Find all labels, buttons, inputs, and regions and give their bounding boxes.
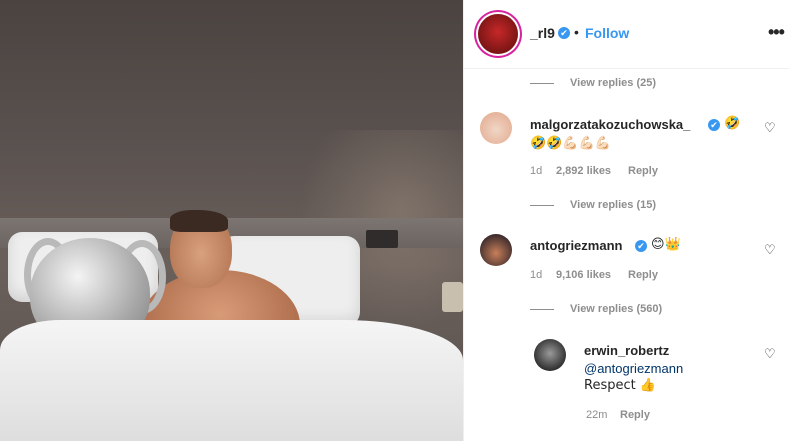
post-header: _rl9 ✔ • Follow •••: [464, 0, 789, 69]
verified-icon: ✔: [558, 27, 570, 39]
post-photo: [0, 0, 463, 441]
photo-sheets: [0, 320, 463, 441]
view-replies-label: View replies (560): [570, 303, 663, 315]
author-avatar[interactable]: [478, 14, 518, 54]
header-separator: •: [574, 24, 579, 40]
commenter-avatar[interactable]: [480, 112, 512, 144]
comment-likes[interactable]: 9,106 likes: [556, 269, 611, 281]
replies-line: [530, 308, 554, 310]
comment-text: Respect 👍: [584, 378, 657, 393]
commenter-avatar[interactable]: [534, 339, 566, 371]
verified-icon: ✔: [635, 240, 647, 252]
view-replies-button[interactable]: View replies (15): [530, 199, 656, 211]
author-username[interactable]: _rl9: [530, 25, 555, 41]
commenter-avatar[interactable]: [480, 234, 512, 266]
comment-username[interactable]: erwin_robertz: [584, 343, 669, 358]
reply-button[interactable]: Reply: [620, 409, 650, 421]
comment-text: 🤣: [724, 116, 741, 131]
replies-line: [530, 82, 554, 84]
comment-mention-link[interactable]: @antogriezmann: [584, 361, 683, 376]
comment-time[interactable]: 22m: [586, 409, 607, 421]
like-heart-icon[interactable]: ♡: [764, 347, 776, 360]
comment-time[interactable]: 1d: [530, 165, 542, 177]
verified-icon: ✔: [708, 119, 720, 131]
follow-button[interactable]: Follow: [585, 25, 629, 41]
comments-panel: _rl9 ✔ • Follow ••• View replies (25) ma…: [463, 0, 789, 441]
view-replies-label: View replies (25): [570, 77, 657, 89]
reply-button[interactable]: Reply: [628, 165, 658, 177]
like-heart-icon[interactable]: ♡: [764, 121, 776, 134]
reply-button[interactable]: Reply: [628, 269, 658, 281]
view-replies-label: View replies (15): [570, 199, 657, 211]
view-replies-button[interactable]: View replies (560): [530, 303, 662, 315]
comment-likes[interactable]: 2,892 likes: [556, 165, 611, 177]
comment-text: 😊👑: [651, 237, 681, 252]
comment-username[interactable]: malgorzatakozuchowska_: [530, 117, 690, 132]
photo-phone: [442, 282, 463, 312]
comment-time[interactable]: 1d: [530, 269, 542, 281]
like-heart-icon[interactable]: ♡: [764, 243, 776, 256]
photo-light-switch: [366, 230, 398, 248]
view-replies-button[interactable]: View replies (25): [530, 77, 656, 89]
photo-person-hair: [170, 210, 228, 232]
replies-line: [530, 204, 554, 206]
more-options-icon[interactable]: •••: [768, 22, 785, 43]
comment-username[interactable]: antogriezmann: [530, 238, 622, 253]
comment-text-line2: 🤣🤣💪🏻💪🏻💪🏻: [530, 136, 611, 151]
